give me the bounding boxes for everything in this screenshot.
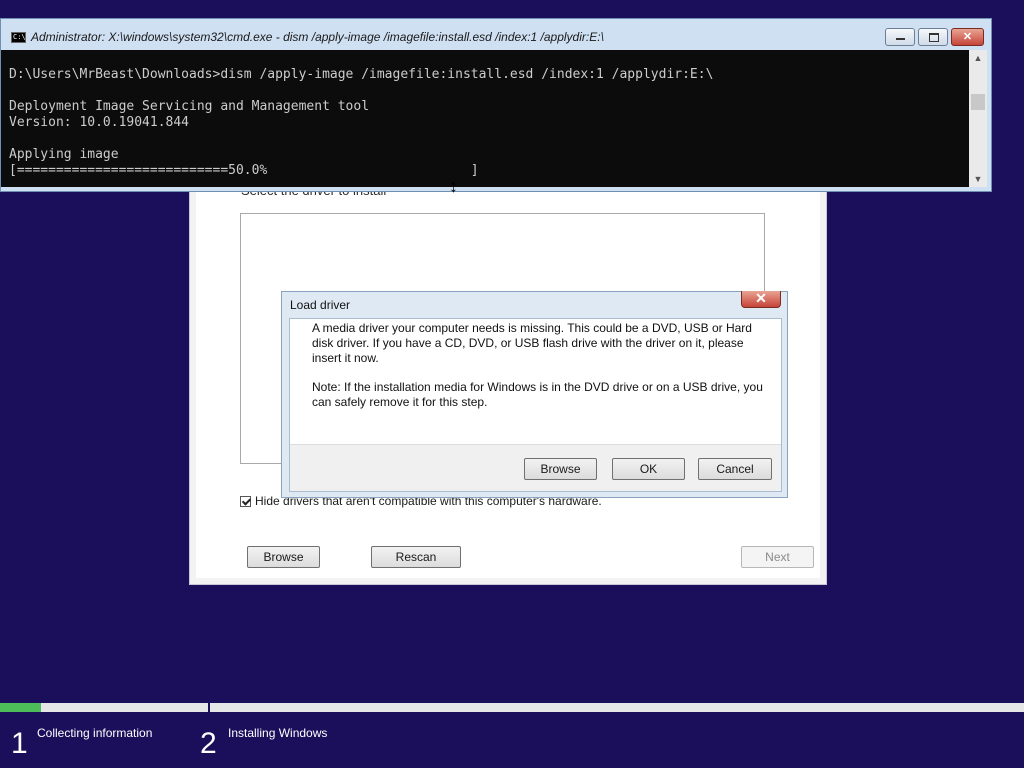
load-driver-dialog: Load driver ✕ A media driver your comput… xyxy=(281,291,788,498)
hide-incompatible-checkbox[interactable] xyxy=(240,495,251,507)
maximize-button[interactable] xyxy=(918,28,948,46)
console-scrollbar[interactable]: ▲ ▼ xyxy=(969,50,987,187)
scroll-down-icon[interactable]: ▼ xyxy=(969,171,987,187)
step-label: Collecting information xyxy=(37,726,153,740)
dialog-note: Note: If the installation media for Wind… xyxy=(312,380,763,409)
dialog-ok-button[interactable]: OK xyxy=(612,458,685,480)
next-button[interactable]: Next xyxy=(741,546,814,568)
console-line: D:\Users\MrBeast\Downloads>dism /apply-i… xyxy=(9,67,714,82)
step-label: Installing Windows xyxy=(228,726,328,740)
dialog-title: Load driver xyxy=(290,298,351,312)
cmd-window: C:\ Administrator: X:\windows\system32\c… xyxy=(0,18,992,192)
minimize-button[interactable] xyxy=(885,28,915,46)
console-line: Version: 10.0.19041.844 xyxy=(9,115,190,130)
step-number: 1 xyxy=(11,727,28,760)
scroll-thumb[interactable] xyxy=(971,94,985,110)
step-number: 2 xyxy=(200,727,217,760)
setup-progress-bar xyxy=(0,702,1024,713)
rescan-button[interactable]: Rescan xyxy=(371,546,461,568)
cmd-titlebar[interactable]: C:\ Administrator: X:\windows\system32\c… xyxy=(1,19,991,50)
console-icon: C:\ xyxy=(11,32,26,43)
progress-divider xyxy=(208,702,210,713)
console-line: Deployment Image Servicing and Managemen… xyxy=(9,99,370,114)
dialog-body: A media driver your computer needs is mi… xyxy=(289,318,782,492)
cmd-close-button[interactable] xyxy=(951,28,984,46)
console-line: [===========================50.0% ] xyxy=(9,163,479,178)
setup-progress-fill xyxy=(0,703,41,712)
cmd-title: Administrator: X:\windows\system32\cmd.e… xyxy=(31,30,604,44)
dialog-cancel-button[interactable]: Cancel xyxy=(698,458,772,480)
setup-browse-button[interactable]: Browse xyxy=(247,546,320,568)
resize-cursor-icon: ↕ xyxy=(449,176,458,196)
scroll-up-icon[interactable]: ▲ xyxy=(969,50,987,66)
console-line: Applying image xyxy=(9,147,119,162)
console-output[interactable]: D:\Users\MrBeast\Downloads>dism /apply-i… xyxy=(1,50,969,187)
dialog-message: A media driver your computer needs is mi… xyxy=(312,321,752,365)
dialog-browse-button[interactable]: Browse xyxy=(524,458,597,480)
dialog-close-button[interactable]: ✕ xyxy=(741,291,781,308)
